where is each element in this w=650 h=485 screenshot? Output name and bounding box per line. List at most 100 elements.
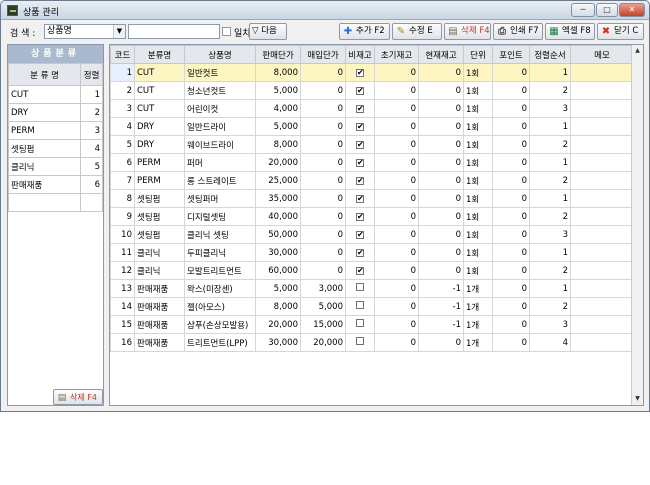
table-row[interactable]: 9 셋팅펌 디지털셋팅 40,000 0 ✔ 0 0 1회 0 2	[110, 207, 634, 226]
cell-name[interactable]: 셋팅퍼머	[184, 189, 256, 208]
cell-order[interactable]: 1	[529, 153, 571, 172]
cell-memo[interactable]	[570, 99, 634, 118]
cell-current[interactable]: 0	[418, 171, 464, 190]
cell-code[interactable]: 11	[110, 243, 135, 262]
cell-sale[interactable]: 30,000	[255, 333, 301, 352]
cell-name[interactable]: 왁스(미장센)	[184, 279, 256, 298]
cell-order[interactable]: 1	[529, 63, 571, 82]
cell-current[interactable]: 0	[418, 189, 464, 208]
nonstock-checkbox[interactable]: ✔	[356, 104, 364, 113]
cell-unit[interactable]: 1개	[463, 297, 493, 316]
cell-category[interactable]: DRY	[134, 135, 185, 154]
cell-buy[interactable]: 0	[300, 261, 346, 280]
nonstock-checkbox[interactable]: ✔	[356, 158, 364, 167]
cell-category[interactable]: PERM	[134, 171, 185, 190]
cell-code[interactable]: 2	[110, 81, 135, 100]
category-row[interactable]: DRY 2	[7, 103, 103, 122]
cell-memo[interactable]	[570, 207, 634, 226]
cell-order[interactable]: 3	[529, 315, 571, 334]
cell-code[interactable]: 15	[110, 315, 135, 334]
nonstock-checkbox[interactable]: ✔	[356, 122, 364, 131]
cell-order[interactable]: 4	[529, 333, 571, 352]
cell-order[interactable]: 3	[529, 99, 571, 118]
nonstock-checkbox[interactable]: ✔	[356, 230, 364, 239]
category-name-column[interactable]: 분 류 명	[7, 63, 82, 86]
nonstock-checkbox[interactable]: ✔	[356, 68, 364, 77]
cell-code[interactable]: 12	[110, 261, 135, 280]
cell-name[interactable]: 청소년컷트	[184, 81, 256, 100]
cell-buy[interactable]: 20,000	[300, 333, 346, 352]
cell-current[interactable]: 0	[418, 153, 464, 172]
nonstock-checkbox[interactable]: ✔	[356, 176, 364, 185]
nonstock-checkbox[interactable]: ✔	[356, 140, 364, 149]
cell-sale[interactable]: 4,000	[255, 99, 301, 118]
column-header[interactable]: 초기재고	[374, 45, 419, 64]
cell-category[interactable]: CUT	[134, 81, 185, 100]
cell-name[interactable]: 젤(아모스)	[184, 297, 256, 316]
cell-point[interactable]: 0	[492, 189, 530, 208]
cell-name[interactable]: 어린이컷	[184, 99, 256, 118]
maximize-button[interactable]: □	[596, 3, 618, 17]
cell-current[interactable]: -1	[418, 297, 464, 316]
cell-point[interactable]: 0	[492, 207, 530, 226]
cell-sale[interactable]: 8,000	[255, 135, 301, 154]
category-row[interactable]: 셋팅펌 4	[7, 139, 103, 158]
cell-category[interactable]: 셋팅펌	[134, 225, 185, 244]
column-header[interactable]: 메모	[570, 45, 634, 64]
column-header[interactable]: 정렬순서	[529, 45, 571, 64]
cell-init[interactable]: 0	[374, 153, 419, 172]
cell-memo[interactable]	[570, 333, 634, 352]
cell-point[interactable]: 0	[492, 279, 530, 298]
cell-sale[interactable]: 20,000	[255, 153, 301, 172]
cell-current[interactable]: 0	[418, 135, 464, 154]
cell-sale[interactable]: 5,000	[255, 279, 301, 298]
cell-point[interactable]: 0	[492, 243, 530, 262]
edit-button[interactable]: ✎ 수정 E	[392, 23, 442, 40]
cell-current[interactable]: 0	[418, 243, 464, 262]
cell-memo[interactable]	[570, 135, 634, 154]
cell-category[interactable]: PERM	[134, 153, 185, 172]
cell-init[interactable]: 0	[374, 279, 419, 298]
cell-sale[interactable]: 20,000	[255, 315, 301, 334]
close-window-button[interactable]: ✕	[619, 3, 645, 17]
cell-current[interactable]: 0	[418, 207, 464, 226]
cell-code[interactable]: 7	[110, 171, 135, 190]
print-button[interactable]: ⎙ 인쇄 F7	[493, 23, 543, 40]
cell-name[interactable]: 웨이브드라이	[184, 135, 256, 154]
cell-buy[interactable]: 3,000	[300, 279, 346, 298]
cell-order[interactable]: 2	[529, 297, 571, 316]
cell-memo[interactable]	[570, 297, 634, 316]
cell-unit[interactable]: 1회	[463, 153, 493, 172]
cell-current[interactable]: 0	[418, 117, 464, 136]
next-button[interactable]: ▽ 다음	[249, 23, 287, 40]
cell-order[interactable]: 3	[529, 225, 571, 244]
cell-memo[interactable]	[570, 279, 634, 298]
table-row[interactable]: 5 DRY 웨이브드라이 8,000 0 ✔ 0 0 1회 0 2	[110, 135, 634, 154]
category-row[interactable]: CUT 1	[7, 85, 103, 104]
table-row[interactable]: 1 CUT 일반컷트 8,000 0 ✔ 0 0 1회 0 1	[110, 63, 634, 82]
nonstock-checkbox[interactable]: ✔	[356, 266, 364, 275]
table-row[interactable]: 10 셋팅펌 클리닉 셋팅 50,000 0 ✔ 0 0 1회 0 3	[110, 225, 634, 244]
nonstock-checkbox[interactable]	[356, 283, 364, 291]
cell-category[interactable]: 판매재품	[134, 333, 185, 352]
cell-init[interactable]: 0	[374, 99, 419, 118]
cell-init[interactable]: 0	[374, 297, 419, 316]
cell-buy[interactable]: 0	[300, 135, 346, 154]
cell-sale[interactable]: 50,000	[255, 225, 301, 244]
title-bar[interactable]: 상품 관리 ─ □ ✕	[1, 1, 649, 20]
cell-category[interactable]: 판매재품	[134, 279, 185, 298]
cell-current[interactable]: 0	[418, 81, 464, 100]
table-row[interactable]: 7 PERM 롱 스트레이트 25,000 0 ✔ 0 0 1회 0 2	[110, 171, 634, 190]
cell-sale[interactable]: 60,000	[255, 261, 301, 280]
table-row[interactable]: 14 판매재품 젤(아모스) 8,000 5,000 0 -1 1개 0 2	[110, 297, 634, 316]
cell-unit[interactable]: 1개	[463, 315, 493, 334]
cell-point[interactable]: 0	[492, 297, 530, 316]
cell-name[interactable]: 모발트리트먼트	[184, 261, 256, 280]
cell-point[interactable]: 0	[492, 261, 530, 280]
cell-buy[interactable]: 0	[300, 225, 346, 244]
cell-category[interactable]: 판매재품	[134, 315, 185, 334]
cell-current[interactable]: -1	[418, 279, 464, 298]
column-header[interactable]: 분류명	[134, 45, 185, 64]
cell-sale[interactable]: 5,000	[255, 81, 301, 100]
cell-unit[interactable]: 1회	[463, 207, 493, 226]
